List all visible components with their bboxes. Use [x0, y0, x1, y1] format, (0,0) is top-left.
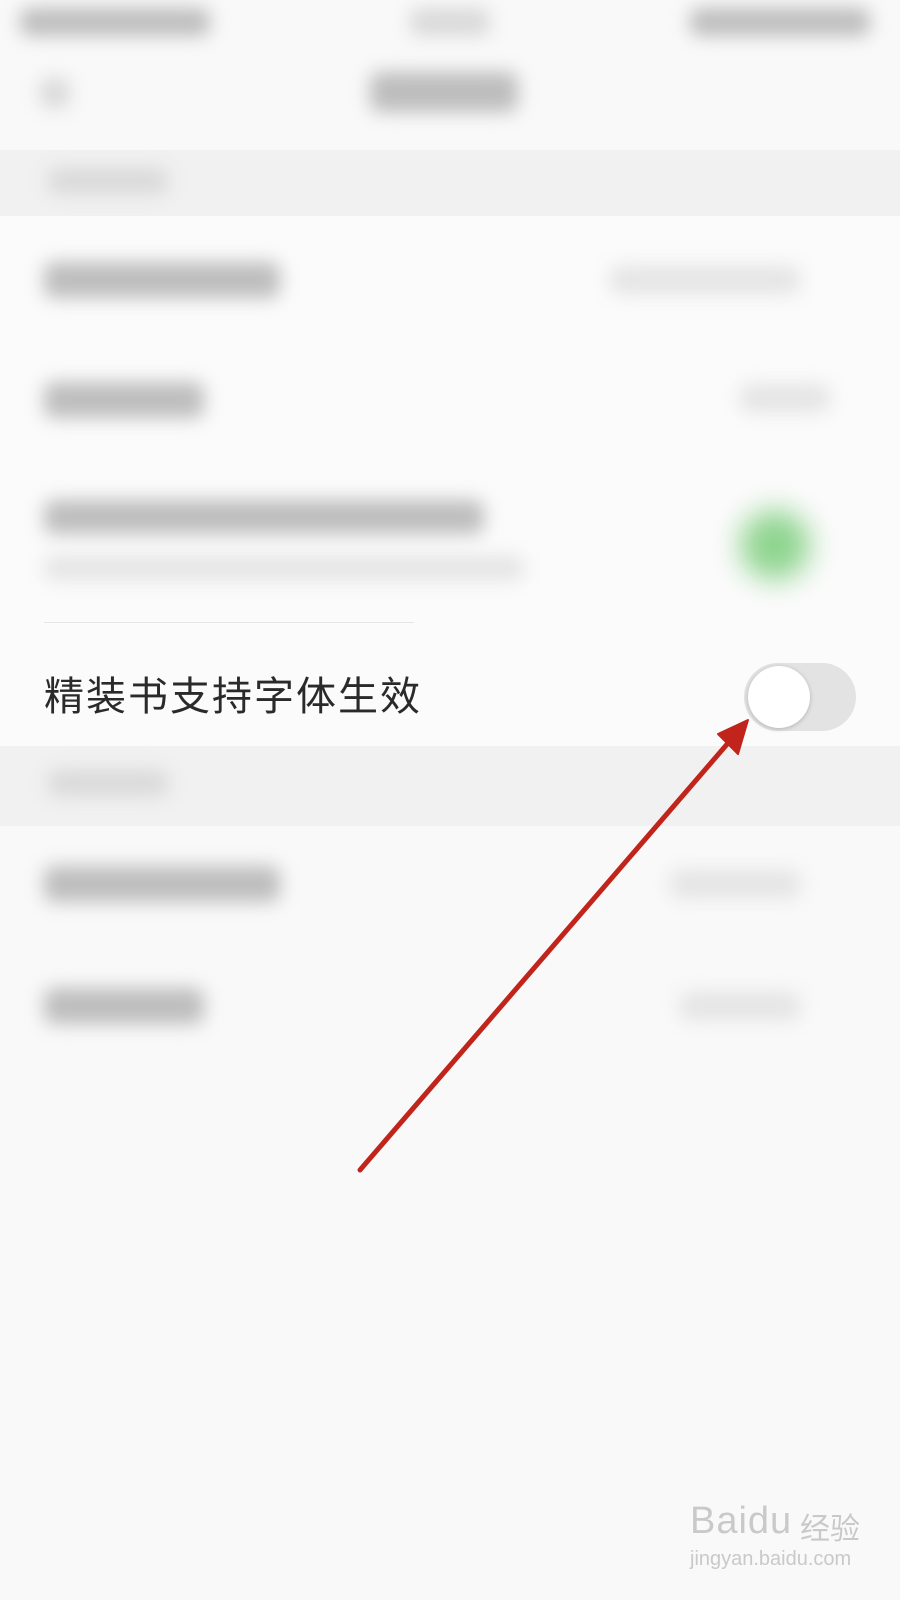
watermark: Baidu 经验 jingyan.baidu.com	[690, 1500, 870, 1580]
row-2-label-blur[interactable]	[44, 382, 204, 418]
font-effect-toggle[interactable]	[744, 663, 856, 731]
toggle-knob	[748, 666, 810, 728]
status-bar-left-blur	[20, 8, 210, 36]
row-1-value-blur	[610, 266, 800, 294]
row-3-toggle-on-blur[interactable]	[740, 510, 810, 580]
watermark-url: jingyan.baidu.com	[690, 1548, 852, 1570]
watermark-brand-cn: 经验	[800, 1512, 860, 1547]
row-5-label-blur[interactable]	[44, 988, 204, 1024]
row-3-desc-blur	[44, 556, 524, 580]
screen: 精装书支持字体生效 Baidu 经验 jingyan.baidu.com	[0, 0, 900, 1600]
section-header-blur	[48, 168, 168, 194]
row-1-label-blur[interactable]	[44, 262, 280, 298]
page-title-blur	[370, 72, 518, 112]
setting-row-font-effect[interactable]: 精装书支持字体生效	[0, 640, 900, 752]
row-divider	[44, 622, 414, 623]
row-2-value-blur	[740, 384, 830, 412]
row-3-label-blur[interactable]	[44, 500, 484, 534]
status-bar-right-blur	[690, 8, 870, 36]
row-5-value-blur	[680, 992, 800, 1020]
section-header-2-blur	[48, 770, 168, 796]
setting-label: 精装书支持字体生效	[44, 674, 422, 720]
back-icon[interactable]	[40, 78, 70, 108]
row-4-value-blur	[670, 870, 800, 898]
row-4-label-blur[interactable]	[44, 866, 280, 902]
watermark-brand: Baidu	[690, 1500, 793, 1542]
status-bar-center-blur	[410, 8, 490, 36]
